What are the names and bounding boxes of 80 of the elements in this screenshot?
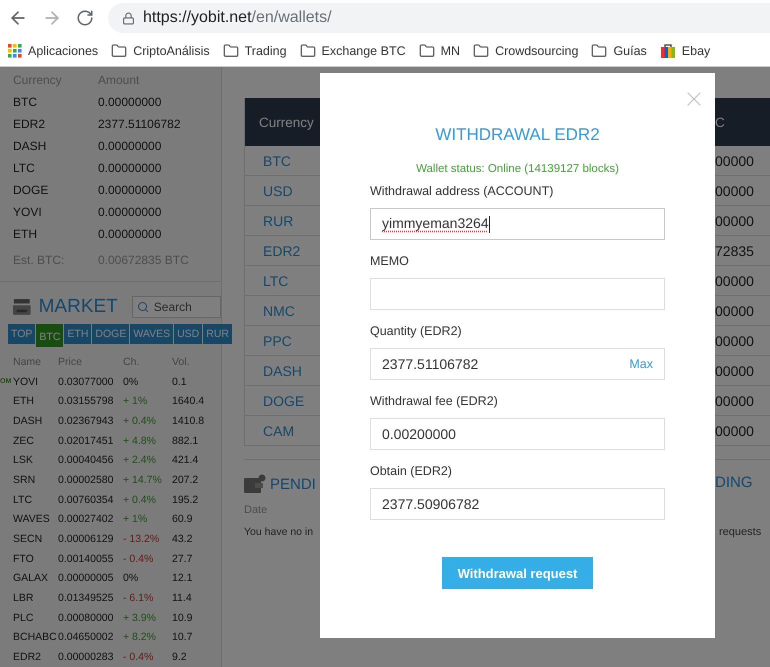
market-tab[interactable]: TOP	[8, 324, 36, 344]
amount-cell-text: 0.00000000	[98, 227, 162, 241]
market-row[interactable]: LSK 0.00040456 + 2.4% 421.4	[0, 450, 221, 470]
market-tab[interactable]: WAVES	[130, 324, 174, 344]
empty-message: requests	[719, 526, 762, 538]
currency-cell-text: YOVI	[13, 205, 43, 219]
bookmark-item[interactable]: Crowdsourcing	[473, 43, 578, 59]
market-tab[interactable]: USD	[174, 324, 202, 344]
input-field[interactable]: 2377.50906782	[370, 488, 665, 520]
bookmark-item[interactable]: Guías	[591, 43, 647, 59]
market-row[interactable]: ETH 0.03155798 + 1% 1640.4	[0, 391, 221, 412]
amount-cell-text: 0.00000000	[98, 205, 162, 219]
search-field[interactable]: Search	[132, 296, 221, 318]
max-link[interactable]: Max	[629, 357, 653, 371]
shopping-bag-icon	[660, 43, 676, 59]
wallet-icon	[244, 474, 266, 494]
market-row[interactable]: PLC 0.00080000 + 3.9% 10.9	[0, 608, 221, 628]
currency-cell-text: BTC	[13, 95, 38, 109]
input-field[interactable]: 0.00200000	[370, 418, 665, 450]
bookmark-item[interactable]: Exchange BTC	[300, 43, 406, 59]
market-title: MARKET	[38, 296, 118, 318]
folder-icon	[591, 43, 608, 59]
input-field[interactable]: yimmyeman3264	[370, 208, 665, 240]
section-title: DING	[715, 474, 754, 493]
folder-icon	[418, 43, 435, 59]
market-tab[interactable]: BTC	[36, 324, 64, 347]
apps-grid-icon	[8, 44, 22, 58]
market-row[interactable]: ZEC 0.02017451 + 4.8% 882.1	[0, 430, 221, 450]
folder-icon	[111, 43, 128, 59]
amount-cell-text: 0.00000000	[98, 139, 162, 153]
dialog-title: WITHDRAWAL EDR2	[435, 125, 600, 145]
market-row[interactable]: BCHABC0.04650002 + 8.2% 10.7	[0, 628, 221, 648]
input-field[interactable]: 2377.51106782 Max	[370, 348, 665, 380]
market-row[interactable]: LBR 0.01349525 - 6.1% 11.4	[0, 588, 221, 608]
input-field[interactable]	[370, 278, 665, 310]
amount-cell-text: 2377.51106782	[98, 117, 182, 131]
lock-icon	[122, 12, 135, 24]
url-text: https://yobit.net/en/wallets/	[143, 9, 332, 27]
bookmark-item[interactable]: Aplicaciones	[8, 44, 98, 58]
market-row[interactable]: GALAX 0.00000005 0% 12.1	[0, 568, 221, 588]
folder-icon	[222, 43, 239, 59]
wallet-status: Wallet status: Online (14139127 blocks)	[416, 163, 619, 175]
folder-icon	[300, 43, 316, 59]
field-label: Withdrawal fee (EDR2)	[370, 394, 499, 410]
reload-button[interactable]	[76, 9, 94, 27]
table-header: C	[715, 98, 770, 146]
field-label: Withdrawal address (ACCOUNT)	[370, 184, 554, 200]
market-row[interactable]: WAVES 0.00027402 + 1% 60.9	[0, 510, 221, 530]
table-header: Currency	[245, 98, 321, 146]
bookmark-item[interactable]: MN	[418, 43, 460, 59]
market-row[interactable]: SRN 0.00002580 + 14.7% 207.2	[0, 470, 221, 490]
market-row[interactable]: LTC 0.00760354 + 0.4% 195.2	[0, 490, 221, 510]
currency-cell-text: DOGE	[13, 183, 50, 197]
market-row[interactable]: FTO 0.00140055 - 0.4% 27.7	[0, 548, 221, 569]
amount-cell-text: 0.00000000	[98, 161, 162, 175]
amount-cell-text: 0.00000000	[98, 95, 162, 109]
field-label: Obtain (EDR2)	[370, 464, 453, 480]
section-title: PENDI	[270, 476, 316, 492]
currency-cell-text: ETH	[13, 227, 38, 241]
bookmark-item[interactable]: Trading	[222, 43, 287, 59]
market-tab[interactable]: ETH	[64, 324, 92, 344]
market-row[interactable]: EDR2 0.00000283 - 0.4% 9.2	[0, 647, 221, 667]
market-tab[interactable]: DOGE	[92, 324, 130, 344]
bookmark-item[interactable]: CriptoAnálisis	[111, 43, 210, 59]
currency-cell-text: EDR2	[13, 117, 46, 131]
search-icon	[136, 301, 149, 313]
market-row[interactable]: DASH 0.02367943 + 0.4% 1410.8	[0, 411, 221, 431]
market-row[interactable]: SECN 0.00006129 - 13.2% 43.2	[0, 529, 221, 549]
field-label: Quantity (EDR2)	[370, 324, 463, 340]
currency-cell-text: LTC	[13, 161, 36, 175]
amount-cell-text: 0.00000000	[98, 183, 162, 197]
bookmark-item[interactable]: Ebay	[660, 43, 710, 59]
currency-cell-text: DASH	[13, 139, 48, 153]
address-bar[interactable]: https://yobit.net/en/wallets/	[108, 3, 770, 33]
register-icon	[13, 298, 31, 316]
field-label: MEMO	[370, 254, 410, 270]
withdrawal-request-button[interactable]: Withdrawal request	[442, 557, 593, 589]
empty-message: You have no in	[244, 526, 314, 538]
market-tab[interactable]: RUR	[203, 324, 232, 344]
folder-icon	[473, 43, 490, 59]
